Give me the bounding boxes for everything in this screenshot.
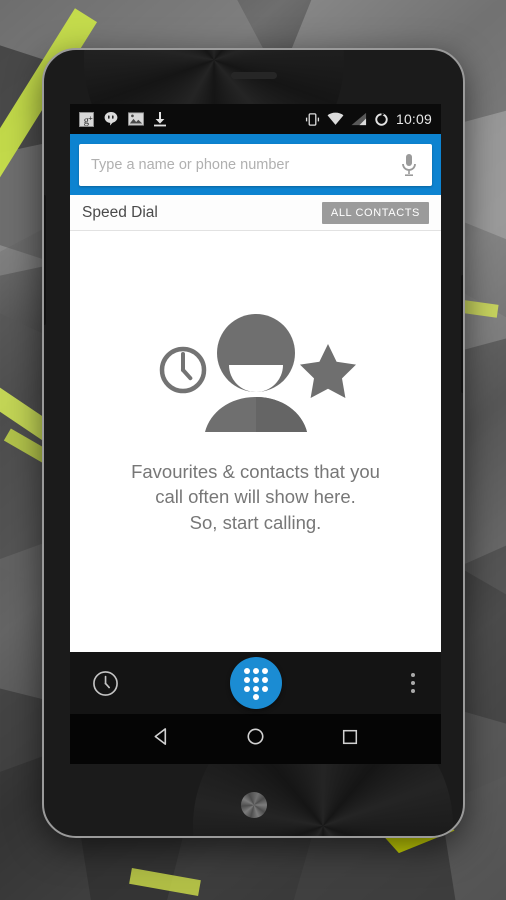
back-triangle-icon — [154, 728, 166, 745]
overflow-dot — [411, 681, 415, 685]
google-plus-icon: g + — [79, 111, 94, 127]
status-bar-clock: 10:09 — [395, 111, 432, 127]
home-circle-icon — [247, 728, 265, 745]
status-bar-system-icons: 10:09 — [305, 111, 432, 127]
nav-recents-button[interactable] — [341, 728, 359, 751]
wifi-icon — [327, 112, 344, 125]
android-navigation-bar — [70, 714, 441, 764]
empty-state-line-3: So, start calling. — [189, 511, 322, 533]
clock-icon — [159, 346, 206, 394]
empty-state-line-1: Favourites & contacts that you — [131, 460, 380, 482]
overflow-dot — [411, 673, 415, 677]
speed-dial-title: Speed Dial — [82, 203, 158, 221]
nav-back-button[interactable] — [152, 727, 171, 751]
nav-home-button[interactable] — [246, 727, 265, 751]
power-button[interactable] — [461, 275, 463, 393]
earpiece-speaker — [230, 72, 277, 79]
vibrate-icon — [305, 112, 320, 126]
hangouts-icon — [104, 112, 118, 126]
empty-state-text: Favourites & contacts that you call ofte… — [109, 459, 402, 535]
overflow-dot — [411, 689, 415, 693]
search-box[interactable] — [79, 144, 432, 186]
dialpad-icon — [243, 668, 268, 700]
volume-button[interactable] — [44, 195, 46, 325]
speed-dial-header: Speed Dial ALL CONTACTS — [70, 195, 441, 231]
manufacturer-logo — [240, 792, 267, 818]
search-header — [70, 134, 441, 195]
download-icon — [154, 111, 166, 126]
phone-screen: g + 10:09 Type a name or phone number Sp… — [70, 104, 441, 764]
microphone-icon[interactable] — [398, 152, 420, 178]
all-contacts-button[interactable]: ALL CONTACTS — [321, 201, 429, 224]
recents-square-icon — [343, 729, 358, 744]
speed-dial-empty-state: Favourites & contacts that you call ofte… — [70, 231, 441, 652]
search-input[interactable] — [91, 157, 398, 173]
sync-icon — [375, 112, 388, 126]
star-icon — [299, 343, 356, 398]
person-silhouette-icon — [204, 313, 307, 432]
photos-icon — [128, 112, 144, 126]
bottom-app-bar — [70, 652, 441, 714]
status-bar: g + 10:09 — [70, 104, 441, 134]
call-history-button[interactable] — [92, 670, 119, 697]
svg-text:+: + — [88, 113, 93, 122]
empty-state-line-2: call often will show here. — [155, 486, 356, 508]
empty-state-illustration — [159, 313, 356, 432]
status-bar-notification-icons: g + — [79, 111, 167, 127]
dialpad-fab-button[interactable] — [229, 657, 282, 709]
overflow-menu-button[interactable] — [407, 667, 419, 699]
phone-device-frame: g + 10:09 Type a name or phone number Sp… — [42, 48, 465, 838]
cellular-signal-icon — [351, 112, 367, 126]
